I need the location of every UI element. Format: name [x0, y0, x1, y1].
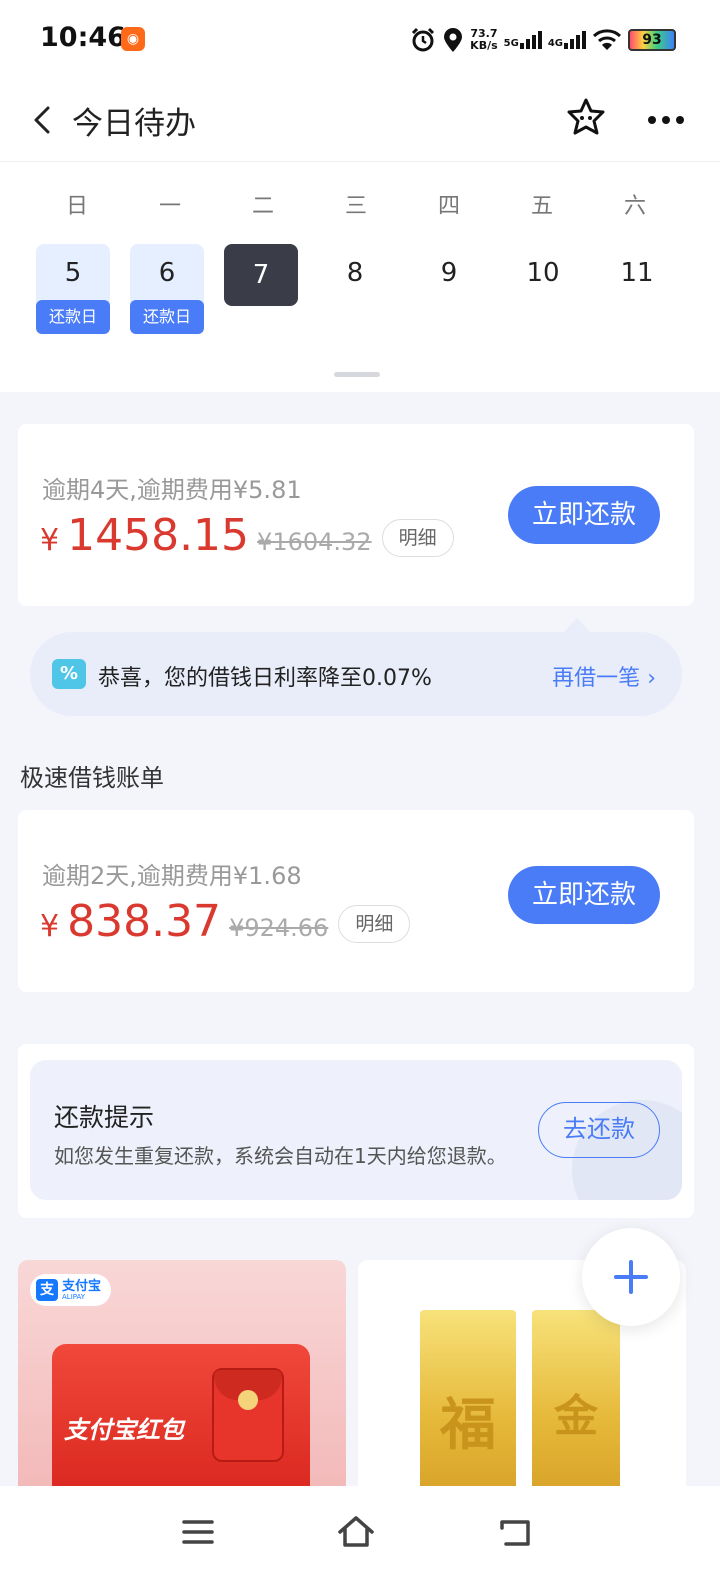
amount-due: 838.37	[67, 896, 222, 947]
borrow-again-label: 再借一笔	[552, 666, 641, 691]
red-packet-card: 支付宝红包	[52, 1344, 310, 1490]
weekday-sun: 日	[65, 194, 88, 219]
section-title: 极速借钱账单	[20, 764, 164, 792]
signal-5g-label: 5G	[503, 38, 519, 49]
repay-now-button[interactable]: 立即还款	[508, 866, 660, 924]
weekday-sat: 六	[623, 194, 646, 219]
back-nav-icon[interactable]	[490, 1508, 538, 1556]
home-icon[interactable]	[332, 1508, 380, 1556]
envelope-clasp	[238, 1390, 258, 1410]
day-number: 5	[64, 258, 82, 288]
chevron-right-icon: ›	[647, 666, 656, 691]
drag-handle[interactable]	[334, 372, 380, 377]
bill-card-main: 逾期4天,逾期费用¥5.81 ¥ 1458.15 ¥1604.32 明细 立即还…	[18, 424, 694, 606]
tip-description: 如您发生重复还款，系统会自动在1天内给您退款。	[54, 1144, 507, 1168]
more-options-icon[interactable]	[642, 100, 690, 140]
calendar-day-7-selected[interactable]: 7	[224, 244, 298, 306]
promo-text: 恭喜，您的借钱日利率降至0.07%	[98, 666, 432, 691]
wifi-icon	[592, 29, 622, 50]
gold-bar-image: 金	[532, 1310, 620, 1490]
calendar-day-11[interactable]: 11	[600, 244, 674, 334]
alipay-name: 支付宝	[62, 1278, 102, 1294]
alipay-red-packet-ad[interactable]: 支 支付宝 ALIPAY 支付宝红包	[18, 1260, 346, 1490]
status-bar: 10:46 ◉ 73.7 KB/s 5G 4G 93	[0, 0, 720, 80]
repayment-tip-box: 还款提示 如您发生重复还款，系统会自动在1天内给您退款。 去还款	[30, 1060, 682, 1200]
weekday-thu: 四	[437, 194, 460, 219]
detail-button[interactable]: 明细	[338, 905, 411, 943]
weekday-header: 日 一 二 三 四 五 六	[0, 188, 720, 219]
network-speed: 73.7 KB/s	[470, 28, 497, 52]
network-speed-unit: KB/s	[470, 39, 498, 52]
red-packet-headline: 支付宝红包	[64, 1416, 184, 1444]
location-icon	[444, 28, 463, 52]
alipay-sub: ALIPAY	[62, 1292, 86, 1301]
calendar-day-8[interactable]: 8	[318, 244, 392, 334]
overdue-info: 逾期4天,逾期费用¥5.81	[42, 476, 302, 504]
calendar-day-9[interactable]: 9	[412, 244, 486, 334]
amount-due: 1458.15	[67, 510, 250, 561]
day-number: 6	[158, 258, 176, 288]
weekday-wed: 三	[344, 194, 367, 219]
battery-indicator: 93	[628, 29, 676, 51]
overdue-info: 逾期2天,逾期费用¥1.68	[42, 862, 302, 890]
calendar-day-10[interactable]: 10	[506, 244, 580, 334]
add-fab-button[interactable]	[582, 1228, 680, 1326]
repayment-day-tag: 还款日	[36, 300, 110, 334]
currency-symbol: ¥	[40, 909, 60, 944]
system-nav-bar	[0, 1486, 720, 1584]
repayment-tip-card: 还款提示 如您发生重复还款，系统会自动在1天内给您退款。 去还款	[18, 1044, 694, 1218]
original-amount: ¥1604.32	[257, 528, 372, 556]
status-time: 10:46	[40, 22, 126, 53]
page-title: 今日待办	[72, 106, 196, 142]
gold-bar-character: 金	[554, 1391, 598, 1442]
weekday-tue: 二	[251, 194, 274, 219]
rate-promo-banner[interactable]: % 恭喜，您的借钱日利率降至0.07% 再借一笔 ›	[30, 632, 682, 716]
kuaishou-icon: ◉	[121, 27, 145, 51]
signal-4g-icon: 4G	[548, 31, 586, 49]
currency-symbol: ¥	[40, 523, 60, 558]
amount-row: ¥ 1458.15 ¥1604.32 明细	[40, 510, 454, 563]
gold-bar-image: 福	[420, 1310, 516, 1490]
alipay-mark: 支	[36, 1279, 58, 1301]
signal-4g-label: 4G	[547, 38, 563, 49]
discount-icon: %	[52, 659, 86, 689]
weekday-fri: 五	[530, 194, 553, 219]
red-envelope-icon	[212, 1368, 284, 1462]
plus-icon	[614, 1260, 648, 1294]
promo-notch	[563, 618, 591, 633]
calendar-day-5[interactable]: 5 还款日	[36, 244, 110, 334]
status-indicators: 73.7 KB/s 5G 4G 93	[410, 24, 676, 56]
detail-button[interactable]: 明细	[381, 519, 454, 557]
gold-bar-character: 福	[440, 1393, 496, 1458]
bill-card-quick-loan: 逾期2天,逾期费用¥1.68 ¥ 838.37 ¥924.66 明细 立即还款	[18, 810, 694, 992]
weekday-mon: 一	[158, 194, 181, 219]
amount-row: ¥ 838.37 ¥924.66 明细	[40, 896, 411, 949]
day-number: 7	[252, 260, 270, 290]
tip-title: 还款提示	[54, 1103, 155, 1132]
day-number: 10	[526, 258, 560, 288]
menu-icon[interactable]	[174, 1508, 222, 1556]
nav-bar: 今日待办	[0, 80, 720, 162]
back-button[interactable]	[24, 100, 64, 140]
day-number: 8	[346, 258, 364, 288]
day-number: 9	[440, 258, 458, 288]
go-repay-button[interactable]: 去还款	[538, 1102, 660, 1158]
alarm-icon	[412, 27, 435, 52]
repayment-day-tag: 还款日	[130, 300, 204, 334]
calendar-day-6[interactable]: 6 还款日	[130, 244, 204, 334]
signal-5g-icon: 5G	[504, 31, 542, 49]
repay-now-button[interactable]: 立即还款	[508, 486, 660, 544]
borrow-again-link[interactable]: 再借一笔 ›	[552, 660, 656, 692]
favorite-star-icon[interactable]	[564, 96, 608, 140]
day-number: 11	[620, 258, 654, 288]
original-amount: ¥924.66	[229, 914, 329, 942]
alipay-logo: 支 支付宝 ALIPAY	[30, 1274, 112, 1306]
